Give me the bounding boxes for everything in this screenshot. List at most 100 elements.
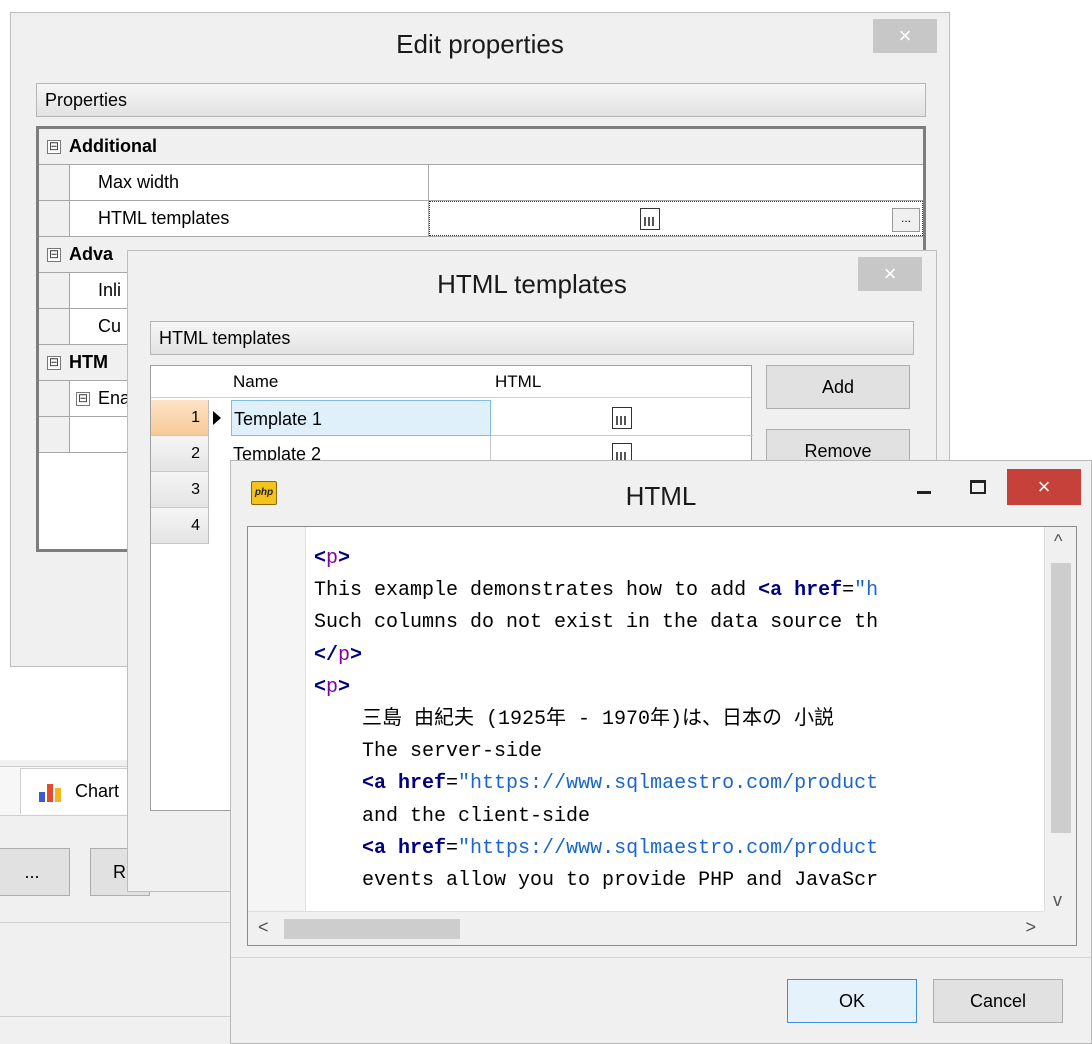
code-line: <p> (314, 543, 1040, 575)
code-token: p (326, 547, 339, 570)
code-token: This example demonstrates how to add (314, 579, 759, 603)
code-token: p (326, 675, 339, 699)
ok-button[interactable]: OK (787, 979, 917, 1023)
template-name-cell[interactable]: Template 1 (231, 400, 491, 436)
column-header-html[interactable]: HTML (495, 372, 541, 392)
remove-button-label: Remove (804, 440, 872, 461)
code-token: and the client-side (362, 804, 591, 828)
code-token: = (842, 579, 855, 603)
divider (0, 1016, 240, 1017)
row-number: 3 (151, 472, 209, 508)
collapse-icon[interactable]: ⊟ (47, 355, 61, 370)
template-html-cell[interactable] (491, 400, 753, 436)
code-token: </ (314, 643, 339, 667)
code-line: and the client-side (314, 801, 1040, 833)
collapse-icon[interactable]: ⊟ (76, 391, 90, 406)
main-browse-button[interactable]: ... (0, 848, 70, 896)
editor-gutter (248, 527, 306, 945)
property-row-max-width[interactable]: Max width (39, 165, 923, 201)
code-text[interactable]: <p> This example demonstrates how to add … (314, 543, 1040, 897)
code-token: "https://www.sqlmaestro.com/product (458, 772, 879, 796)
table-row[interactable]: 1 Template 1 (151, 400, 753, 436)
close-button[interactable]: × (858, 257, 922, 291)
code-line: Such columns do not exist in the data so… (314, 607, 1040, 639)
collapse-icon[interactable]: ⊟ (47, 139, 61, 154)
code-token: 三島 由紀夫 (1925年 - 1970年)は、日本の 小説 (362, 707, 835, 731)
code-line: <a href="https://www.sqlmaestro.com/prod… (314, 768, 1040, 800)
tab-chart-label: Chart (75, 781, 120, 801)
vertical-scrollbar[interactable]: ^ v (1044, 527, 1076, 913)
scroll-up-icon[interactable]: ^ (1054, 531, 1062, 552)
code-token: = (446, 772, 459, 796)
grid-header: Name HTML (151, 366, 751, 398)
category-label: HTM (69, 352, 108, 372)
ellipsis-button[interactable]: ... (892, 208, 920, 232)
property-row-html-templates[interactable]: HTML templates ... (39, 201, 923, 237)
code-line: The server-side (314, 736, 1040, 768)
document-icon (640, 208, 660, 230)
code-token: > (338, 675, 351, 699)
property-value-max-width[interactable] (429, 165, 923, 200)
tab-chart[interactable]: Chart (20, 768, 135, 814)
row-number: 1 (151, 400, 209, 436)
code-token: < (314, 675, 327, 699)
category-additional[interactable]: ⊟ Additional (39, 129, 923, 165)
code-token: <a href (758, 579, 843, 603)
scroll-down-icon[interactable]: v (1053, 890, 1062, 911)
dialog-title: HTML templates (437, 269, 627, 299)
minimize-button[interactable] (899, 469, 949, 505)
properties-group-label: Properties (45, 89, 128, 110)
divider (0, 922, 240, 923)
templates-group-header: HTML templates (150, 321, 914, 355)
ok-button-label: OK (838, 990, 865, 1011)
code-line: <a href="https://www.sqlmaestro.com/prod… (314, 833, 1040, 865)
property-name: HTML templates (69, 201, 429, 236)
horizontal-scrollbar[interactable]: < > (248, 911, 1048, 945)
scroll-left-icon[interactable]: < (258, 917, 269, 938)
code-token: "h (854, 579, 879, 603)
code-token: events allow you to provide PHP and Java… (362, 868, 879, 892)
collapse-icon[interactable]: ⊟ (47, 247, 61, 262)
property-value-html-templates[interactable]: ... (429, 201, 923, 236)
cancel-button[interactable]: Cancel (933, 979, 1063, 1023)
code-line: </p> (314, 640, 1040, 672)
property-name-text: Ena (98, 388, 131, 408)
main-browse-button-label: ... (24, 861, 40, 882)
column-header-name[interactable]: Name (233, 372, 278, 392)
document-icon (612, 406, 632, 429)
close-icon: × (883, 261, 897, 286)
html-editor-window: php HTML × <p> This example demonstrates … (230, 460, 1092, 1044)
chart-icon (39, 782, 65, 802)
code-token: < (314, 547, 327, 570)
category-label: Additional (69, 136, 157, 156)
scroll-thumb[interactable] (1051, 563, 1071, 833)
main-secondary-button-label: R (113, 861, 126, 882)
scroll-thumb[interactable] (284, 919, 460, 939)
templates-group-label: HTML templates (159, 327, 291, 348)
scroll-right-icon[interactable]: > (1025, 917, 1036, 938)
code-line: <p> (314, 672, 1040, 704)
code-token: > (350, 643, 363, 667)
add-button[interactable]: Add (766, 365, 910, 409)
scroll-corner (1044, 911, 1076, 945)
code-editor[interactable]: <p> This example demonstrates how to add … (247, 526, 1077, 946)
code-line: This example demonstrates how to add <a … (314, 575, 1040, 607)
code-token: The server-side (362, 740, 543, 764)
category-label: Adva (69, 244, 114, 264)
code-token: <a href (362, 772, 447, 796)
properties-group-header: Properties (36, 83, 926, 117)
code-token: "https://www.sqlmaestro.com/product (458, 836, 879, 860)
close-button[interactable]: × (873, 19, 937, 53)
code-token: > (338, 547, 351, 570)
close-button[interactable]: × (1007, 469, 1081, 505)
cancel-button-label: Cancel (969, 990, 1027, 1011)
code-token: <a href (362, 836, 447, 860)
row-number: 2 (151, 436, 209, 472)
maximize-icon (970, 480, 986, 494)
property-name: Max width (69, 165, 429, 200)
code-line: events allow you to provide PHP and Java… (314, 865, 1040, 897)
code-token: Such columns do not exist in the data so… (314, 611, 879, 635)
minimize-icon (917, 490, 931, 494)
code-token: p (338, 643, 351, 667)
maximize-button[interactable] (953, 469, 1003, 505)
